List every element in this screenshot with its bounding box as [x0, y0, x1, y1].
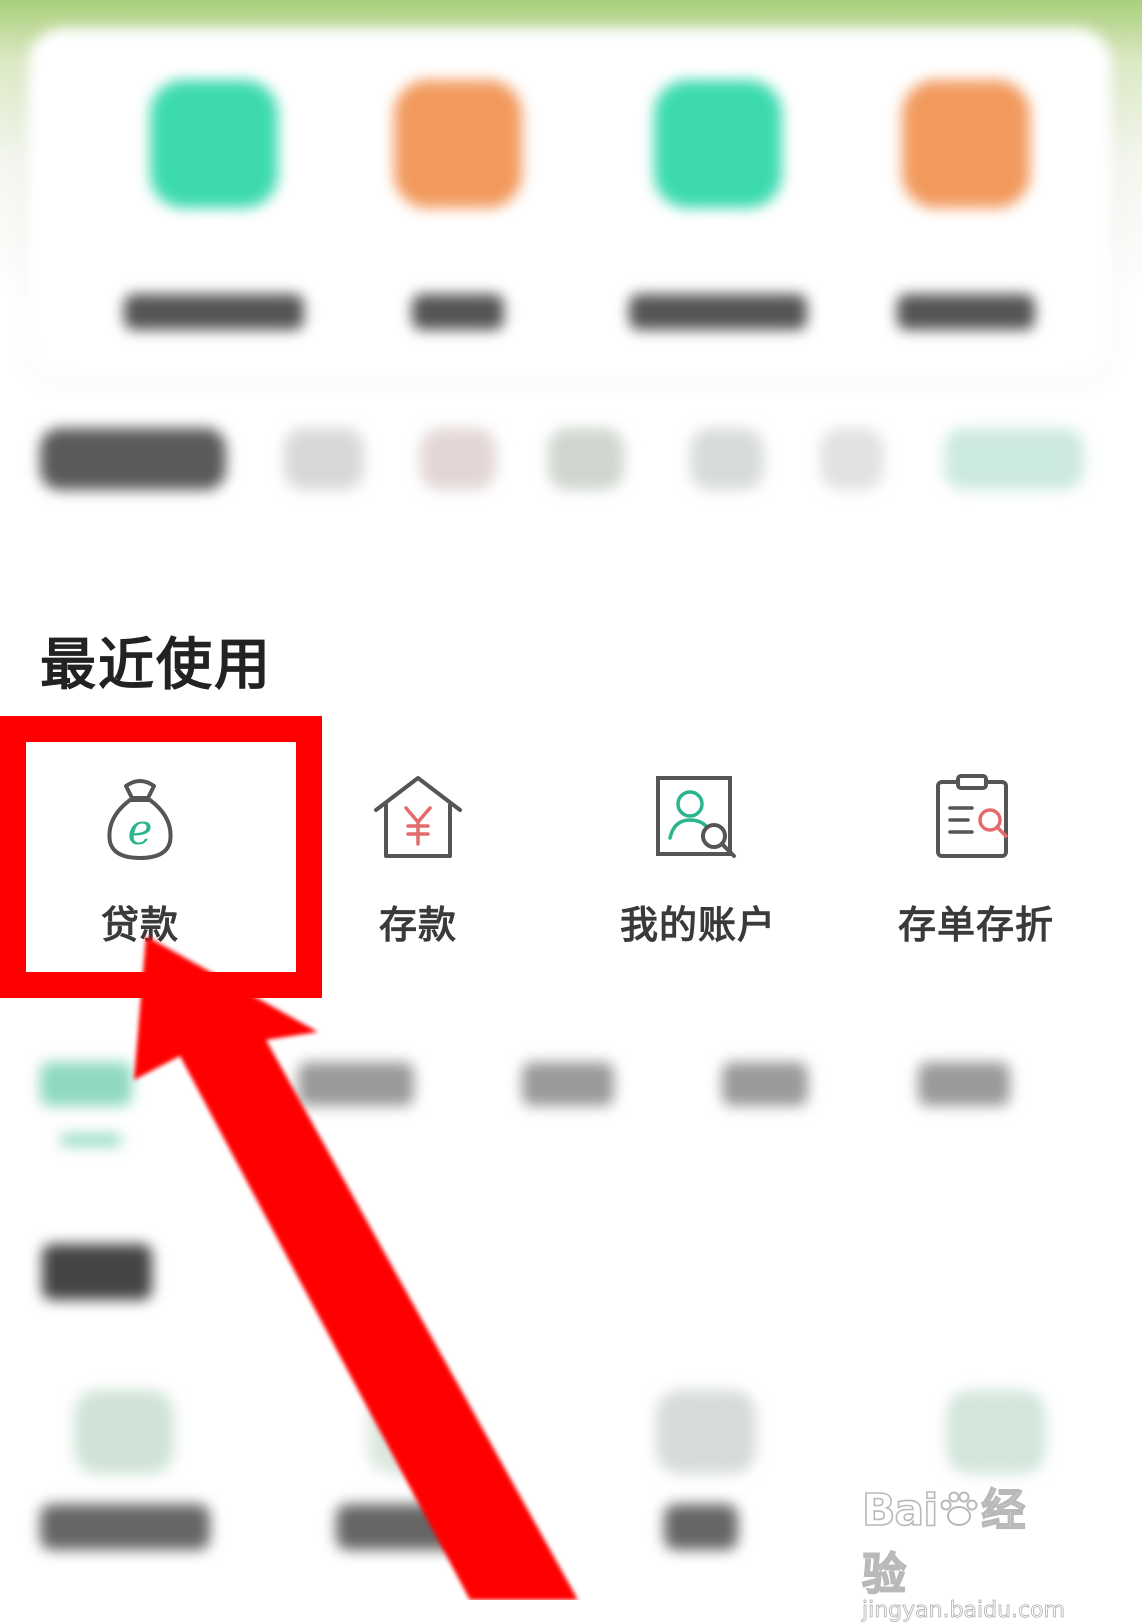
watermark-url: jingyan.baidu.com — [862, 1598, 1066, 1623]
paw-icon — [940, 1491, 978, 1526]
red-arrow — [134, 936, 578, 1600]
watermark-brand-left: Bai — [861, 1484, 939, 1537]
baidu-jingyan-watermark: Bai 经验 jingyan.baidu.com — [861, 1474, 1065, 1623]
